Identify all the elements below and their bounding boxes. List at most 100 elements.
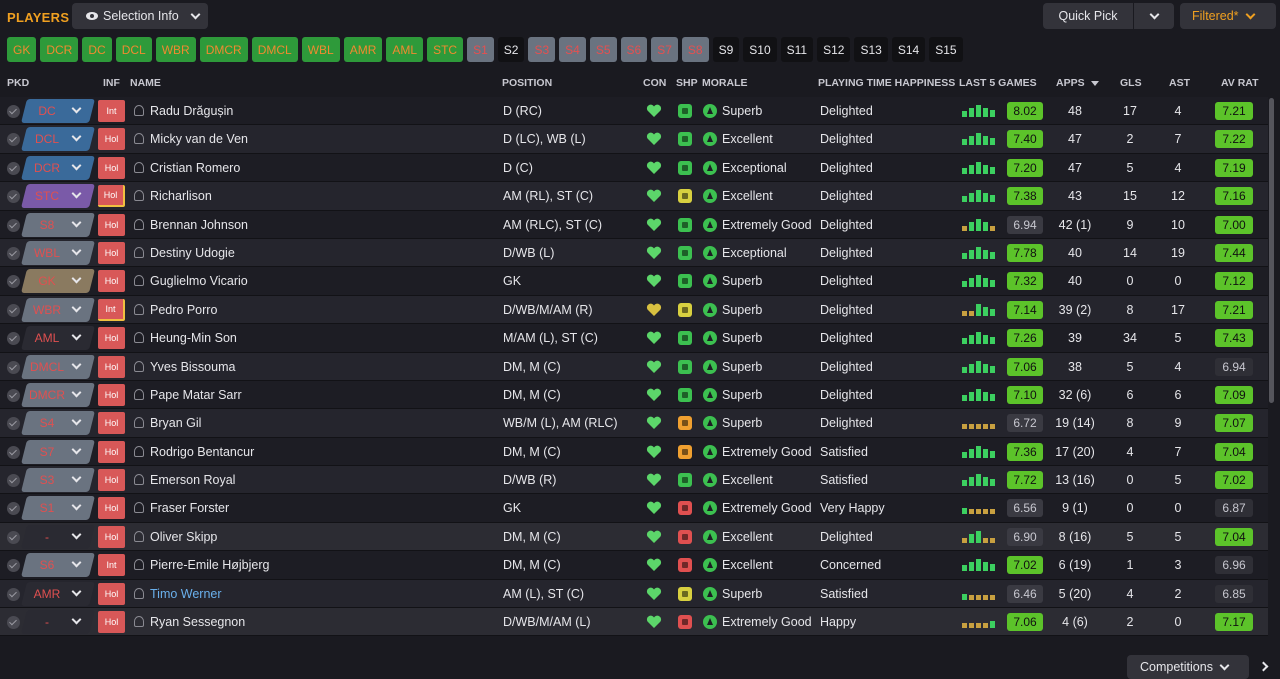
info-badge[interactable]: Hol xyxy=(98,440,125,463)
player-name[interactable]: Pape Matar Sarr xyxy=(150,388,242,402)
picked-check-icon[interactable] xyxy=(7,502,20,516)
col-position[interactable]: POSITION xyxy=(502,77,552,89)
col-av-rat[interactable]: AV RAT xyxy=(1221,77,1259,89)
player-name[interactable]: Pedro Porro xyxy=(150,303,217,317)
position-button-dcr[interactable]: DCR xyxy=(40,37,79,62)
position-button-s12[interactable]: S12 xyxy=(817,37,851,62)
table-row[interactable]: AML Hol Heung-Min Son M/AM (L), ST (C) S… xyxy=(0,324,1268,353)
picked-check-icon[interactable] xyxy=(7,332,20,346)
position-button-dmcl[interactable]: DMCL xyxy=(251,37,298,62)
picked-check-icon[interactable] xyxy=(7,587,20,601)
picked-check-icon[interactable] xyxy=(7,218,20,232)
picked-check-icon[interactable] xyxy=(7,161,20,175)
position-button-s10[interactable]: S10 xyxy=(743,37,777,62)
player-name[interactable]: Micky van de Ven xyxy=(150,132,248,146)
picked-check-icon[interactable] xyxy=(7,105,20,118)
position-button-s7[interactable]: S7 xyxy=(651,37,678,62)
info-badge[interactable]: Hol xyxy=(98,241,125,264)
info-badge[interactable]: Int xyxy=(98,298,125,321)
info-badge[interactable]: Int xyxy=(98,100,125,122)
table-row[interactable]: WBL Hol Destiny Udogie D/WB (L) Exceptio… xyxy=(0,238,1268,268)
picked-check-icon[interactable] xyxy=(7,360,20,374)
picked-check-icon[interactable] xyxy=(7,246,20,260)
picked-check-icon[interactable] xyxy=(7,474,20,488)
info-badge[interactable]: Hol xyxy=(98,412,125,435)
position-button-s3[interactable]: S3 xyxy=(528,37,556,62)
picked-check-icon[interactable] xyxy=(7,417,20,431)
player-name[interactable]: Timo Werner xyxy=(150,587,222,601)
table-row[interactable]: S3 Hol Emerson Royal D/WB (R) Excellent … xyxy=(0,466,1268,495)
col-gls[interactable]: GLS xyxy=(1120,77,1142,89)
info-badge[interactable]: Int xyxy=(98,554,125,577)
table-row[interactable]: S6 Int Pierre-Emile Højbjerg DM, M (C) E… xyxy=(0,551,1268,580)
position-button-s15[interactable]: S15 xyxy=(929,37,963,62)
position-button-s9[interactable]: S9 xyxy=(712,37,740,62)
table-row[interactable]: DC Int Radu Drăgușin D (RC) Superb Delig… xyxy=(0,97,1268,126)
position-button-s4[interactable]: S4 xyxy=(559,37,586,62)
picked-check-icon[interactable] xyxy=(7,445,20,459)
position-button-aml[interactable]: AML xyxy=(386,37,424,62)
position-button-dcl[interactable]: DCL xyxy=(115,37,152,62)
info-badge[interactable]: Hol xyxy=(98,383,125,406)
col-name[interactable]: NAME xyxy=(130,77,161,89)
position-button-amr[interactable]: AMR xyxy=(343,37,383,62)
quick-pick-dropdown[interactable] xyxy=(1134,3,1174,29)
player-name[interactable]: Pierre-Emile Højbjerg xyxy=(150,558,269,572)
info-badge[interactable]: Hol xyxy=(98,355,125,378)
picked-check-icon[interactable] xyxy=(7,559,20,573)
table-row[interactable]: - Hol Oliver Skipp DM, M (C) Excellent D… xyxy=(0,522,1268,552)
position-button-s14[interactable]: S14 xyxy=(891,37,926,62)
position-button-dmcr[interactable]: DMCR xyxy=(199,37,248,62)
player-name[interactable]: Richarlison xyxy=(150,189,212,203)
player-name[interactable]: Heung-Min Son xyxy=(150,331,237,345)
player-name[interactable]: Cristian Romero xyxy=(150,161,240,175)
info-badge[interactable]: Hol xyxy=(98,156,125,179)
col-apps[interactable]: APPS xyxy=(1056,77,1099,89)
col-shp[interactable]: SHP xyxy=(676,77,698,89)
player-name[interactable]: Brennan Johnson xyxy=(150,218,248,232)
col-morale[interactable]: MORALE xyxy=(702,77,748,89)
player-name[interactable]: Fraser Forster xyxy=(150,501,229,515)
player-name[interactable]: Radu Drăgușin xyxy=(150,104,233,118)
position-button-s5[interactable]: S5 xyxy=(589,37,617,62)
table-row[interactable]: DMCL Hol Yves Bissouma DM, M (C) Superb … xyxy=(0,352,1268,381)
table-row[interactable]: DCL Hol Micky van de Ven D (LC), WB (L) … xyxy=(0,125,1268,154)
picked-check-icon[interactable] xyxy=(7,616,20,630)
table-row[interactable]: AMR Hol Timo Werner AM (L), ST (C) Super… xyxy=(0,579,1268,609)
picked-check-icon[interactable] xyxy=(7,190,20,204)
table-row[interactable]: STC Hol Richarlison AM (RL), ST (C) Exce… xyxy=(0,182,1268,211)
position-button-s2[interactable]: S2 xyxy=(497,37,525,62)
position-button-stc[interactable]: STC xyxy=(427,37,464,62)
player-name[interactable]: Rodrigo Bentancur xyxy=(150,445,254,459)
col-con[interactable]: CON xyxy=(643,77,666,89)
scrollbar[interactable] xyxy=(1269,98,1274,403)
picked-check-icon[interactable] xyxy=(7,388,20,402)
player-name[interactable]: Bryan Gil xyxy=(150,416,201,430)
table-row[interactable]: DMCR Hol Pape Matar Sarr DM, M (C) Super… xyxy=(0,380,1268,410)
table-row[interactable]: GK Hol Guglielmo Vicario GK Superb Delig… xyxy=(0,267,1268,296)
col-pkd[interactable]: PKD xyxy=(7,77,29,89)
quick-pick-button[interactable]: Quick Pick xyxy=(1043,3,1133,29)
table-row[interactable]: S1 Hol Fraser Forster GK Extremely Good … xyxy=(0,494,1268,523)
position-button-s8[interactable]: S8 xyxy=(681,37,709,62)
table-row[interactable]: S4 Hol Bryan Gil WB/M (L), AM (RLC) Supe… xyxy=(0,409,1268,438)
table-row[interactable]: S8 Hol Brennan Johnson AM (RLC), ST (C) … xyxy=(0,210,1268,239)
position-button-s1[interactable]: S1 xyxy=(467,37,494,62)
col-ast[interactable]: AST xyxy=(1169,77,1190,89)
competitions-dropdown[interactable]: Competitions xyxy=(1127,655,1249,679)
col-playing-time-happiness[interactable]: PLAYING TIME HAPPINESS xyxy=(818,77,955,89)
info-badge[interactable]: Hol xyxy=(98,582,125,605)
position-button-dc[interactable]: DC xyxy=(82,37,112,62)
info-badge[interactable]: Hol xyxy=(98,128,125,151)
player-name[interactable]: Destiny Udogie xyxy=(150,246,235,260)
col-last-5-games[interactable]: LAST 5 GAMES xyxy=(959,77,1037,89)
filter-dropdown[interactable]: Filtered* xyxy=(1180,3,1276,29)
position-button-s6[interactable]: S6 xyxy=(620,37,648,62)
info-badge[interactable]: Hol xyxy=(98,611,125,634)
table-row[interactable]: DCR Hol Cristian Romero D (C) Exceptiona… xyxy=(0,153,1268,183)
selection-info-button[interactable]: Selection Info xyxy=(72,3,208,29)
col-inf[interactable]: INF xyxy=(103,77,120,89)
player-name[interactable]: Emerson Royal xyxy=(150,473,235,487)
player-name[interactable]: Yves Bissouma xyxy=(150,360,235,374)
info-badge[interactable]: Hol xyxy=(98,497,125,520)
